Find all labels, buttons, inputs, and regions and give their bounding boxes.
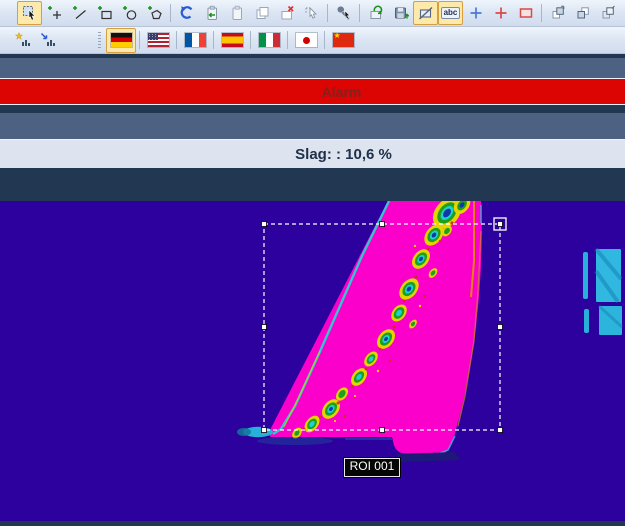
- edit-analysis-button[interactable]: [35, 28, 60, 52]
- usa-flag-icon: [148, 33, 169, 47]
- crosshair-blue-button[interactable]: [463, 1, 488, 25]
- edit-analysis-icon: [40, 32, 56, 48]
- add-polygon-button[interactable]: [142, 1, 167, 25]
- bring-to-front-button[interactable]: [545, 1, 570, 25]
- germany-flag-icon: [111, 33, 132, 47]
- japan-flag-icon: [296, 33, 317, 47]
- send-backward-button[interactable]: [620, 1, 625, 25]
- reload-rois-icon: [368, 5, 384, 21]
- alarm-rectangle-icon: [518, 5, 534, 21]
- wrench-cursor-icon: [336, 5, 352, 21]
- paste-button[interactable]: [224, 1, 249, 25]
- flag-separator: [287, 31, 288, 49]
- flag-usa-button[interactable]: [143, 28, 173, 53]
- save-rois-icon: [393, 5, 409, 21]
- slag-value-text: Slag: : 10,6 %: [295, 146, 392, 163]
- send-to-back-button[interactable]: [570, 1, 595, 25]
- toggle-shapes-button[interactable]: [413, 1, 438, 25]
- delete-shape-icon: [279, 5, 295, 21]
- bring-forward-icon: [600, 5, 616, 21]
- crosshair-red-button[interactable]: [488, 1, 513, 25]
- alarm-banner: Alarm: [0, 79, 625, 104]
- spacer-bar-mid: [0, 105, 625, 113]
- flag-separator: [250, 31, 251, 49]
- toolbar-separator: [359, 4, 360, 22]
- select-all-icon: [304, 5, 320, 21]
- flag-strip: [106, 28, 358, 53]
- add-rectangle-button[interactable]: [92, 1, 117, 25]
- add-point-button[interactable]: [42, 1, 67, 25]
- flag-china-button[interactable]: [328, 28, 358, 53]
- bring-forward-button[interactable]: [595, 1, 620, 25]
- toolbar-separator: [327, 4, 328, 22]
- language-toolbar-grip[interactable]: [98, 32, 101, 48]
- main-toolbar: abc: [0, 0, 625, 27]
- add-rectangle-icon: [97, 5, 113, 21]
- add-line-icon: [72, 5, 88, 21]
- spain-flag-icon: [222, 33, 243, 47]
- select-cursor-icon: [22, 5, 38, 21]
- new-analysis-icon: [15, 32, 31, 48]
- paste-icon: [229, 5, 245, 21]
- select-tool-button[interactable]: [17, 1, 42, 25]
- toggle-shapes-icon: [418, 5, 434, 21]
- reload-rois-button[interactable]: [363, 1, 388, 25]
- metal-stream: [269, 201, 482, 454]
- flag-separator: [324, 31, 325, 49]
- flag-germany-button[interactable]: [106, 28, 136, 53]
- copy-icon: [254, 5, 270, 21]
- undo-icon: [179, 5, 195, 21]
- add-point-icon: [47, 5, 63, 21]
- copy-button[interactable]: [249, 1, 274, 25]
- add-ellipse-button[interactable]: [117, 1, 142, 25]
- send-to-back-icon: [575, 5, 591, 21]
- roi-name-tag: ROI 001: [344, 458, 400, 477]
- header-bar-1: [0, 58, 625, 78]
- paste-insert-button[interactable]: [199, 1, 224, 25]
- add-line-button[interactable]: [67, 1, 92, 25]
- properties-wrench-button[interactable]: [331, 1, 356, 25]
- alarm-text: Alarm: [322, 84, 362, 100]
- toggle-labels-button[interactable]: abc: [438, 1, 463, 25]
- thermal-view[interactable]: ROI 001: [0, 201, 625, 521]
- flag-separator: [213, 31, 214, 49]
- italy-flag-icon: [259, 33, 280, 47]
- abc-label-icon: abc: [441, 7, 461, 19]
- toolbar-separator: [541, 4, 542, 22]
- right-hot-spots: [583, 249, 622, 335]
- flag-spain-button[interactable]: [217, 28, 247, 53]
- flag-separator: [139, 31, 140, 49]
- spacer-bar-bottom: [0, 168, 625, 201]
- flag-italy-button[interactable]: [254, 28, 284, 53]
- header-bar-2: [0, 113, 625, 139]
- thermal-image: [0, 201, 625, 521]
- add-ellipse-icon: [122, 5, 138, 21]
- france-flag-icon: [185, 33, 206, 47]
- add-polygon-icon: [147, 5, 163, 21]
- flag-japan-button[interactable]: [291, 28, 321, 53]
- crosshair-blue-icon: [468, 5, 484, 21]
- undo-button[interactable]: [174, 1, 199, 25]
- flag-separator: [176, 31, 177, 49]
- toolbar-separator: [170, 4, 171, 22]
- china-flag-icon: [333, 33, 354, 47]
- delete-shape-button[interactable]: [274, 1, 299, 25]
- new-analysis-button[interactable]: [10, 28, 35, 52]
- flag-france-button[interactable]: [180, 28, 210, 53]
- alarm-rectangle-button[interactable]: [513, 1, 538, 25]
- bring-to-front-icon: [550, 5, 566, 21]
- crosshair-red-icon: [493, 5, 509, 21]
- select-all-button[interactable]: [299, 1, 324, 25]
- language-toolbar: [0, 27, 625, 54]
- slag-status-bar: Slag: : 10,6 %: [0, 140, 625, 168]
- paste-insert-icon: [204, 5, 220, 21]
- save-rois-button[interactable]: [388, 1, 413, 25]
